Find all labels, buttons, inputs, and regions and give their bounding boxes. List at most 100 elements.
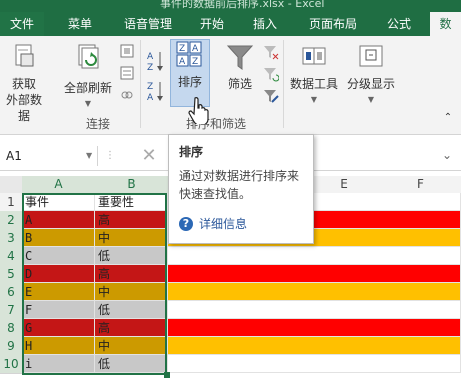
refresh-dropdown-icon: ▼	[84, 99, 92, 108]
cell-b[interactable]: 低	[95, 355, 168, 373]
svg-text:A: A	[147, 93, 154, 102]
row-fill-cells[interactable]	[168, 283, 461, 301]
row-fill-cells[interactable]	[168, 265, 461, 283]
row-header[interactable]: 6	[0, 283, 23, 302]
cell-b[interactable]: 高	[95, 319, 168, 337]
get-external-data-button[interactable]: 获取 外部数据	[2, 42, 46, 123]
cell-b[interactable]: 中	[95, 229, 168, 247]
ribbon-separator	[140, 40, 141, 128]
group-connections-label: 连接	[86, 117, 111, 131]
name-box-dropdown-icon[interactable]: ▼	[86, 146, 92, 166]
row-fill-cells[interactable]	[168, 337, 461, 355]
row-fill-cells[interactable]	[168, 247, 461, 265]
tab-insert[interactable]: 插入	[242, 12, 288, 36]
outline-dropdown-icon: ▼	[367, 95, 375, 104]
tab-home[interactable]: 开始	[188, 12, 236, 36]
sort-tooltip: 排序 通过对数据进行排序来快速查找值。 ? 详细信息	[168, 134, 314, 244]
cell-a[interactable]: 事件	[22, 193, 95, 211]
name-box-value: A1	[6, 149, 22, 163]
name-box[interactable]: A1 ▼	[2, 146, 98, 166]
refresh-icon	[78, 44, 99, 69]
cell-b[interactable]: 重要性	[95, 193, 168, 211]
tooltip-title: 排序	[179, 145, 204, 159]
connections-icon[interactable]	[118, 44, 136, 62]
cell-a[interactable]: A	[22, 211, 95, 229]
formula-input[interactable]	[312, 144, 452, 168]
column-header-e[interactable]: E	[308, 176, 381, 194]
row-fill-cells[interactable]	[168, 355, 461, 373]
column-header-f[interactable]: F	[380, 176, 461, 194]
tooltip-more-info-link[interactable]: ? 详细信息	[179, 215, 247, 232]
edit-links-icon[interactable]	[118, 88, 136, 106]
refresh-all-button[interactable]: 全部刷新 ▼	[60, 42, 116, 112]
title-bar: 事件的数据前后排序.xlsx - Excel	[0, 0, 461, 12]
tab-file[interactable]: 文件	[0, 12, 44, 36]
cell-b[interactable]: 中	[95, 283, 168, 301]
row-header[interactable]: 4	[0, 247, 23, 266]
cell-a[interactable]: F	[22, 301, 95, 319]
sort-icon: Z AA Z	[176, 41, 202, 67]
cell-a[interactable]: D	[22, 265, 95, 283]
collapse-ribbon-icon[interactable]: ⌃	[441, 110, 455, 124]
ribbon-separator	[283, 40, 284, 128]
cell-a[interactable]: G	[22, 319, 95, 337]
cancel-entry-icon[interactable]: ✕	[138, 145, 160, 167]
refresh-all-label: 全部刷新	[63, 81, 112, 95]
cell-b[interactable]: 高	[95, 211, 168, 229]
tab-data[interactable]: 数	[430, 12, 461, 36]
tab-menu[interactable]: 菜单	[55, 12, 105, 36]
cell-a[interactable]: H	[22, 337, 95, 355]
svg-text:Z: Z	[147, 82, 153, 92]
data-tools-icon	[302, 47, 326, 65]
reapply-filter-icon[interactable]	[262, 66, 280, 84]
filter-button-label: 筛选	[227, 77, 252, 91]
row-fill-cells[interactable]	[168, 301, 461, 319]
clear-filter-icon[interactable]	[262, 44, 280, 62]
tab-page-layout[interactable]: 页面布局	[297, 12, 369, 36]
ribbon-panel: 获取 外部数据 全部刷新 ▼ 连接 AZ ZA ZAAZ 排序 筛选 数据工具 …	[0, 36, 461, 135]
row-fill-cells[interactable]	[168, 319, 461, 337]
select-all-corner[interactable]	[0, 176, 23, 194]
ribbon-tabs: 文件 菜单 语音管理 开始 插入 页面布局 公式 数	[0, 12, 461, 36]
tab-formulas[interactable]: 公式	[376, 12, 422, 36]
window-title: 事件的数据前后排序.xlsx - Excel	[160, 0, 325, 10]
filter-icon	[226, 45, 254, 70]
sort-ascending-button[interactable]: AZ	[146, 50, 166, 73]
fill-handle[interactable]	[164, 372, 170, 378]
outline-button[interactable]: 分级显示 ▼	[343, 42, 399, 112]
data-tools-dropdown-icon: ▼	[310, 95, 318, 104]
cell-b[interactable]: 低	[95, 301, 168, 319]
cell-a[interactable]: C	[22, 247, 95, 265]
properties-icon[interactable]	[118, 66, 136, 84]
cell-a[interactable]: E	[22, 283, 95, 301]
tooltip-link-label: 详细信息	[199, 217, 248, 231]
cell-b[interactable]: 中	[95, 337, 168, 355]
sort-descending-button[interactable]: ZA	[146, 80, 166, 103]
tab-voice[interactable]: 语音管理	[113, 12, 183, 36]
row-header[interactable]: 1	[0, 193, 23, 212]
tooltip-description: 通过对数据进行排序来快速查找值。	[179, 169, 300, 201]
row-header[interactable]: 2	[0, 211, 23, 230]
cell-b[interactable]: 高	[95, 265, 168, 283]
sort-button-label: 排序	[177, 75, 202, 89]
hand-cursor-icon	[187, 96, 211, 126]
help-icon: ?	[179, 216, 193, 231]
svg-text:Z: Z	[179, 44, 185, 54]
expand-formula-bar-icon[interactable]: ⌄	[442, 148, 452, 162]
advanced-filter-icon[interactable]	[262, 88, 280, 106]
row-header[interactable]: 9	[0, 337, 23, 356]
row-header[interactable]: 5	[0, 265, 23, 284]
filter-button[interactable]: 筛选	[220, 42, 260, 110]
row-header[interactable]: 7	[0, 301, 23, 320]
cell-a[interactable]: i	[22, 355, 95, 373]
row-header[interactable]: 10	[0, 355, 23, 374]
svg-text:Z: Z	[192, 57, 198, 67]
row-header[interactable]: 3	[0, 229, 23, 248]
row-header[interactable]: 8	[0, 319, 23, 338]
cell-a[interactable]: B	[22, 229, 95, 247]
get-external-label-2: 外部数据	[5, 93, 42, 123]
data-tools-button[interactable]: 数据工具 ▼	[288, 42, 340, 112]
cell-b[interactable]: 低	[95, 247, 168, 265]
sort-ascending-icon: AZ	[147, 52, 163, 73]
outline-label: 分级显示	[346, 77, 395, 91]
